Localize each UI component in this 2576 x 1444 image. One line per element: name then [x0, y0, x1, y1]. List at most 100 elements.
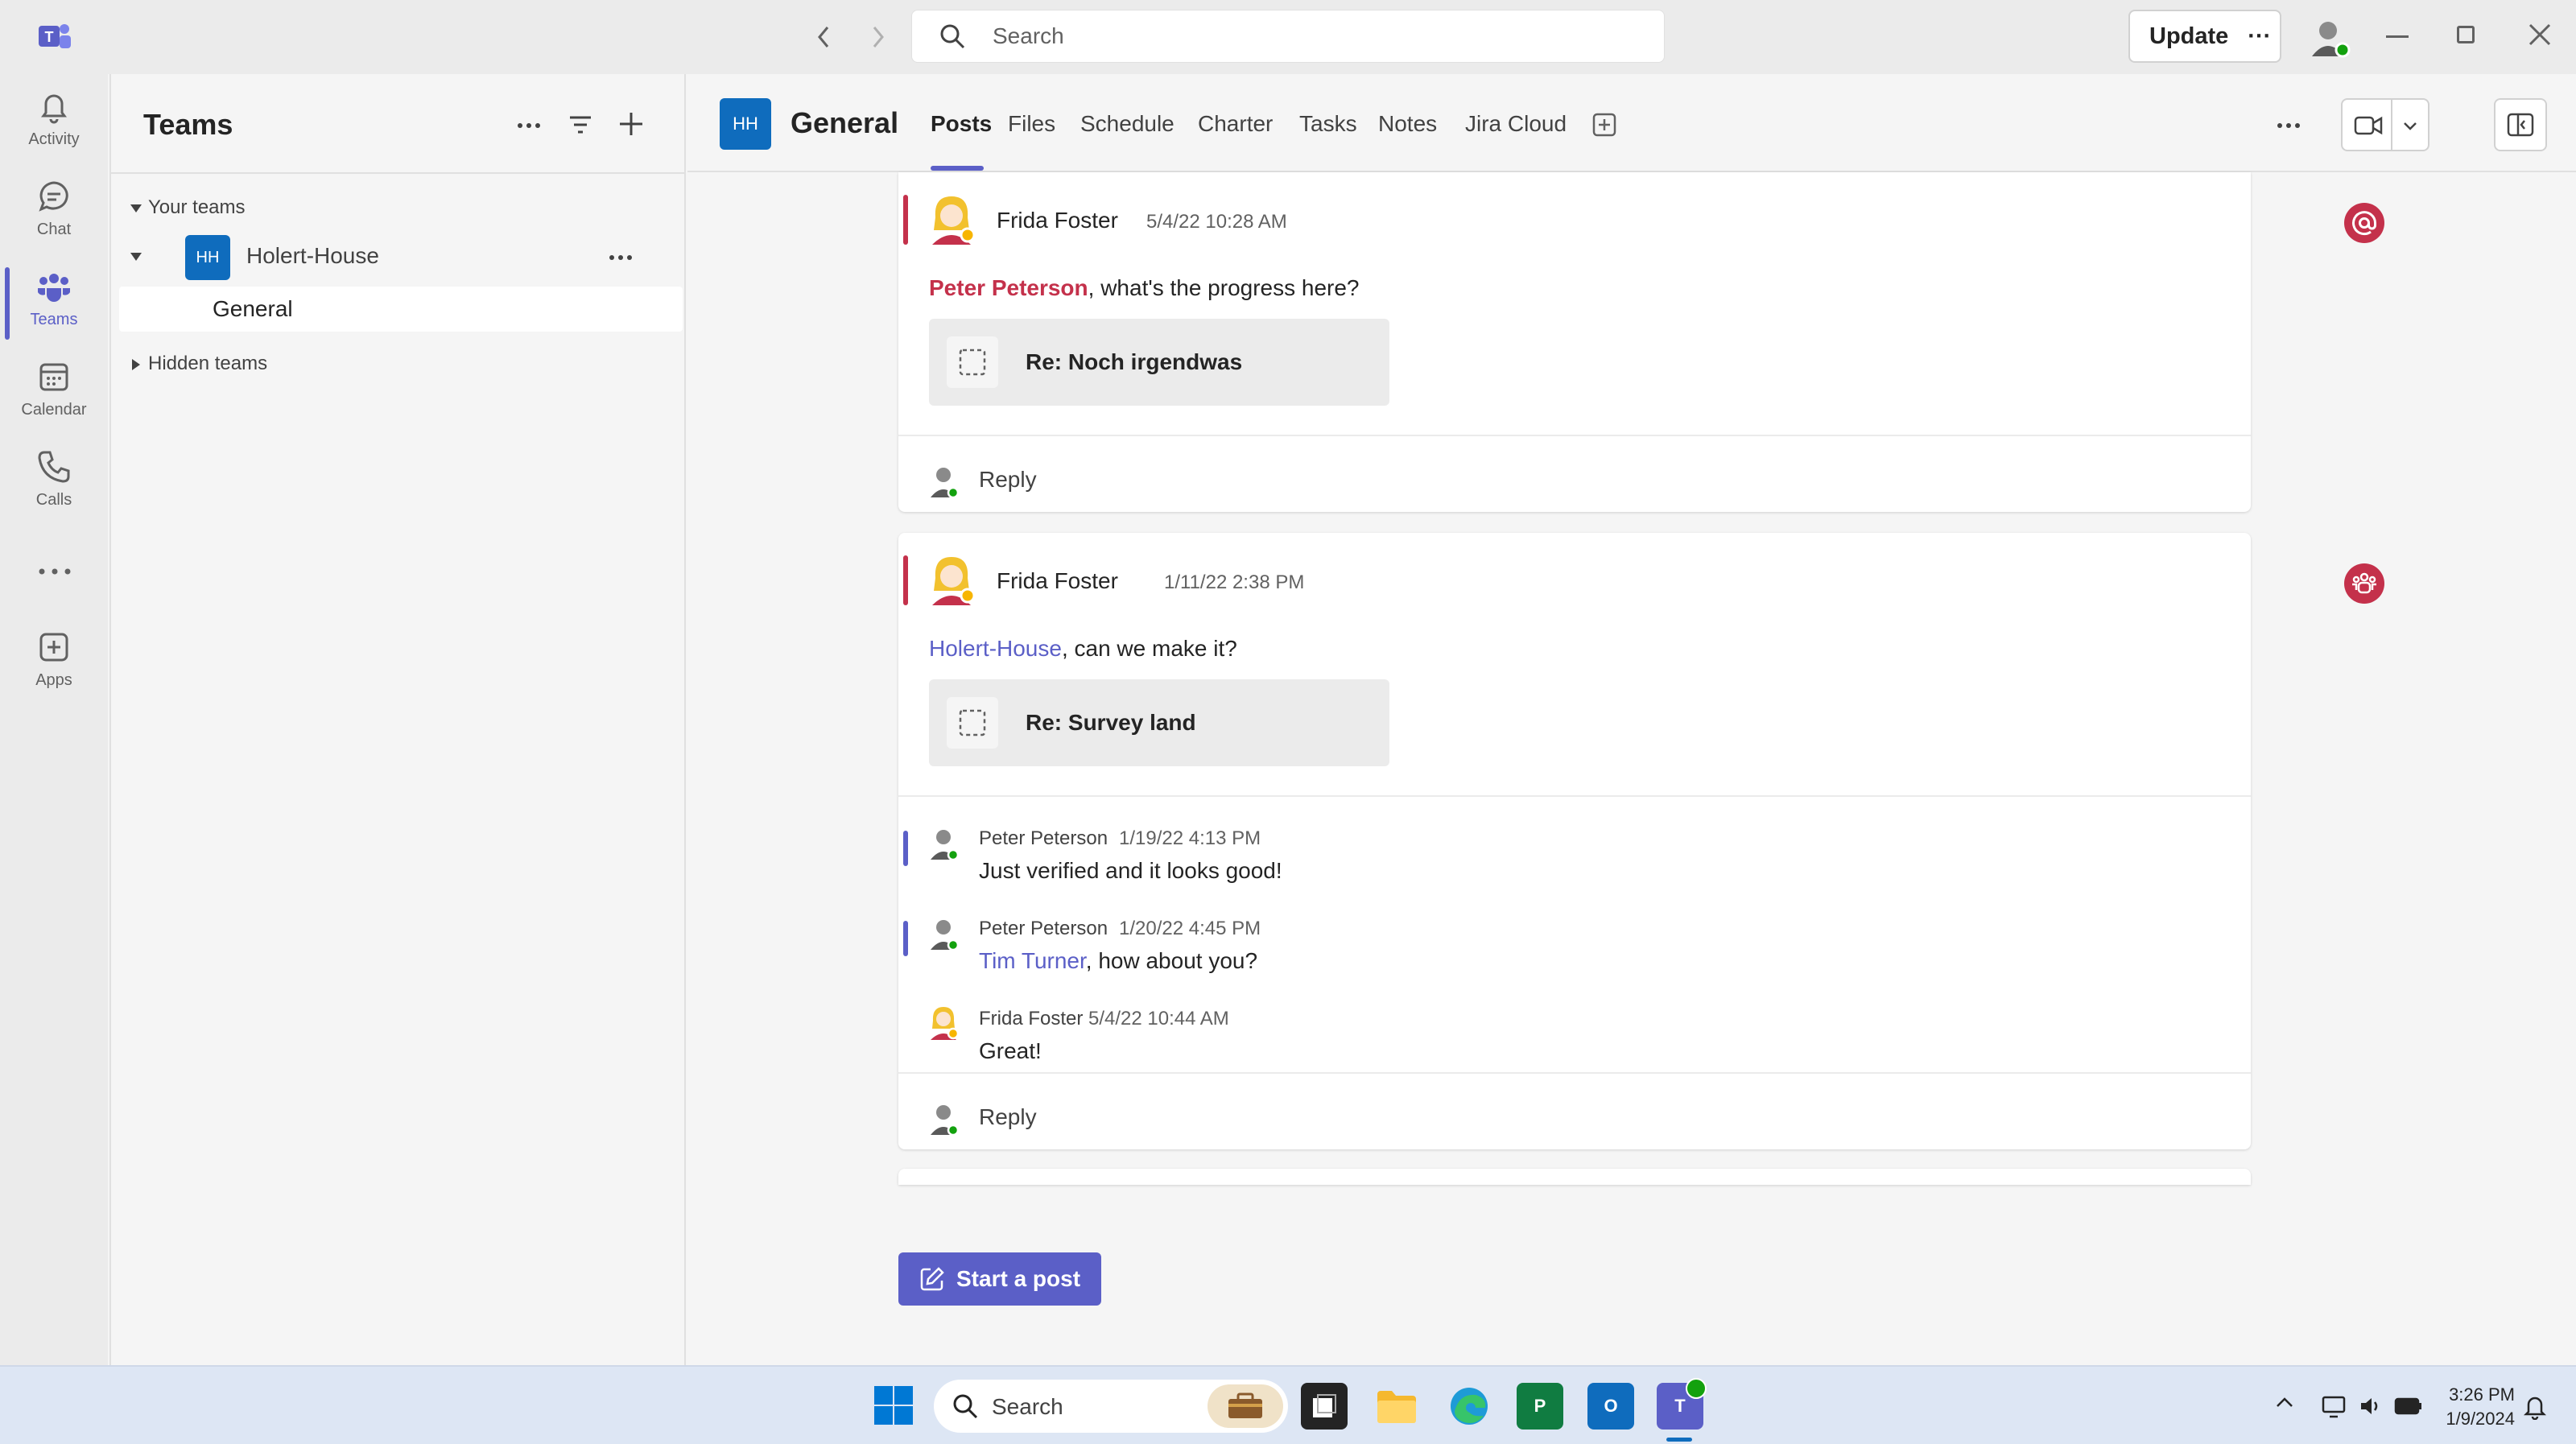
outlook-icon[interactable]: O: [1587, 1383, 1634, 1430]
post-accent-bar: [903, 555, 908, 605]
reply-message: Tim Turner, how about you?: [979, 948, 1257, 974]
team-item-holert-house[interactable]: HH Holert-House: [130, 232, 686, 288]
add-tab-icon[interactable]: [1592, 113, 1616, 137]
task-view-icon[interactable]: [1301, 1383, 1348, 1430]
chevron-up-icon[interactable]: [2275, 1396, 2294, 1409]
chevron-down-icon[interactable]: [129, 203, 143, 214]
team-more-icon[interactable]: [609, 254, 633, 261]
post-card: Frida Foster 1/11/22 2:38 PM Holert-Hous…: [898, 533, 2251, 1149]
search-icon: [938, 22, 967, 51]
search-icon: [953, 1394, 978, 1419]
mention[interactable]: Tim Turner: [979, 948, 1086, 973]
post-timestamp: 1/11/22 2:38 PM: [1164, 571, 1305, 593]
tab-charter[interactable]: Charter: [1198, 111, 1273, 137]
teams-logo-icon: T: [37, 19, 72, 55]
back-arrow-icon[interactable]: [813, 24, 836, 50]
reply-button[interactable]: Reply: [979, 467, 1037, 493]
tab-files[interactable]: Files: [1008, 111, 1055, 137]
taskbar: Search P O T 3:26 PM 1/9/2024: [0, 1365, 2576, 1444]
project-app-icon[interactable]: P: [1517, 1383, 1563, 1430]
volume-icon[interactable]: [2359, 1394, 2383, 1418]
add-icon[interactable]: [617, 109, 646, 138]
notification-bell-icon[interactable]: [2523, 1394, 2547, 1420]
profile-avatar[interactable]: [2306, 14, 2351, 60]
chevron-down-icon[interactable]: [129, 251, 143, 262]
more-icon: ···: [2248, 23, 2272, 49]
meet-button[interactable]: [2341, 98, 2429, 151]
avatar: [927, 1005, 960, 1040]
team-avatar: HH: [185, 235, 230, 280]
post-author[interactable]: Frida Foster: [997, 568, 1118, 594]
edge-icon[interactable]: [1446, 1383, 1492, 1430]
attachment-title: Re: Noch irgendwas: [1026, 349, 1243, 374]
tab-tasks[interactable]: Tasks: [1299, 111, 1357, 137]
pane-toggle-button[interactable]: [2494, 98, 2547, 151]
search-highlight-icon: [1208, 1384, 1283, 1428]
rail-apps[interactable]: Apps: [0, 615, 108, 703]
reply-author[interactable]: Peter Peterson: [979, 918, 1108, 940]
chat-icon: [39, 180, 68, 212]
clock-time: 3:26 PM: [2449, 1384, 2515, 1405]
search-placeholder: Search: [993, 23, 1064, 48]
panel-title: Teams: [143, 108, 233, 141]
reply-divider: [898, 1072, 2251, 1074]
chevron-down-icon[interactable]: [2402, 121, 2418, 132]
tab-notes[interactable]: Notes: [1378, 111, 1437, 137]
apps-icon: [39, 633, 68, 661]
forward-arrow-icon[interactable]: [866, 24, 889, 50]
reply-button[interactable]: Reply: [979, 1104, 1037, 1130]
rail-teams[interactable]: Teams: [0, 254, 108, 343]
tab-jira-cloud[interactable]: Jira Cloud: [1465, 111, 1567, 137]
more-options-icon[interactable]: [517, 122, 541, 129]
team-mention-badge: [2344, 563, 2384, 604]
reply-accent-bar: [903, 831, 908, 866]
minimize-icon[interactable]: [2386, 35, 2409, 38]
file-explorer-icon[interactable]: [1373, 1383, 1420, 1430]
split-divider: [2391, 100, 2392, 150]
avatar: [927, 916, 960, 951]
header-more-icon[interactable]: [2277, 122, 2301, 129]
side-panel-icon: [2507, 113, 2534, 137]
chevron-right-icon[interactable]: [130, 357, 142, 372]
channel-avatar: HH: [720, 98, 771, 150]
post-author[interactable]: Frida Foster: [997, 208, 1118, 233]
update-button[interactable]: Update ···: [2128, 10, 2281, 63]
post-message: Holert-House, can we make it?: [929, 636, 1237, 662]
windows-start-icon[interactable]: [873, 1384, 914, 1426]
restore-icon[interactable]: [2457, 26, 2475, 43]
more-apps-icon[interactable]: [37, 567, 72, 576]
reply-message: Just verified and it looks good!: [979, 858, 1282, 883]
bell-icon: [41, 94, 67, 123]
reply-author[interactable]: Frida Foster: [979, 1008, 1083, 1030]
taskbar-search[interactable]: Search: [934, 1380, 1288, 1433]
your-teams-label[interactable]: Your teams: [148, 196, 246, 219]
hidden-teams-label[interactable]: Hidden teams: [148, 353, 267, 375]
system-clock[interactable]: 3:26 PM 1/9/2024: [2446, 1383, 2515, 1431]
rail-chat[interactable]: Chat: [0, 164, 108, 253]
close-icon[interactable]: [2528, 23, 2552, 47]
network-icon[interactable]: [2322, 1394, 2349, 1418]
panel-divider: [111, 172, 684, 174]
start-post-button[interactable]: Start a post: [898, 1252, 1101, 1306]
rail-label: Activity: [28, 130, 80, 148]
rail-calendar[interactable]: Calendar: [0, 344, 108, 433]
attachment-card[interactable]: Re: Noch irgendwas: [929, 319, 1389, 406]
reply-author[interactable]: Peter Peterson: [979, 827, 1108, 850]
filter-icon[interactable]: [568, 113, 592, 137]
post-message: Peter Peterson, what's the progress here…: [929, 275, 1360, 301]
attachment-card[interactable]: Re: Survey land: [929, 679, 1389, 766]
channel-item-general[interactable]: General: [119, 287, 683, 332]
search-input[interactable]: Search: [911, 10, 1665, 63]
rail-calls[interactable]: Calls: [0, 435, 108, 523]
taskbar-search-label: Search: [992, 1394, 1063, 1419]
mention[interactable]: Peter Peterson: [929, 275, 1088, 300]
svg-text:T: T: [45, 29, 54, 45]
reply-divider: [898, 435, 2251, 436]
update-label: Update: [2149, 23, 2229, 49]
message-text: , how about you?: [1085, 948, 1258, 973]
tab-schedule[interactable]: Schedule: [1080, 111, 1174, 137]
battery-icon[interactable]: [2394, 1396, 2423, 1417]
rail-activity[interactable]: Activity: [0, 74, 108, 163]
tab-posts[interactable]: Posts: [931, 111, 992, 137]
mention[interactable]: Holert-House: [929, 636, 1062, 661]
